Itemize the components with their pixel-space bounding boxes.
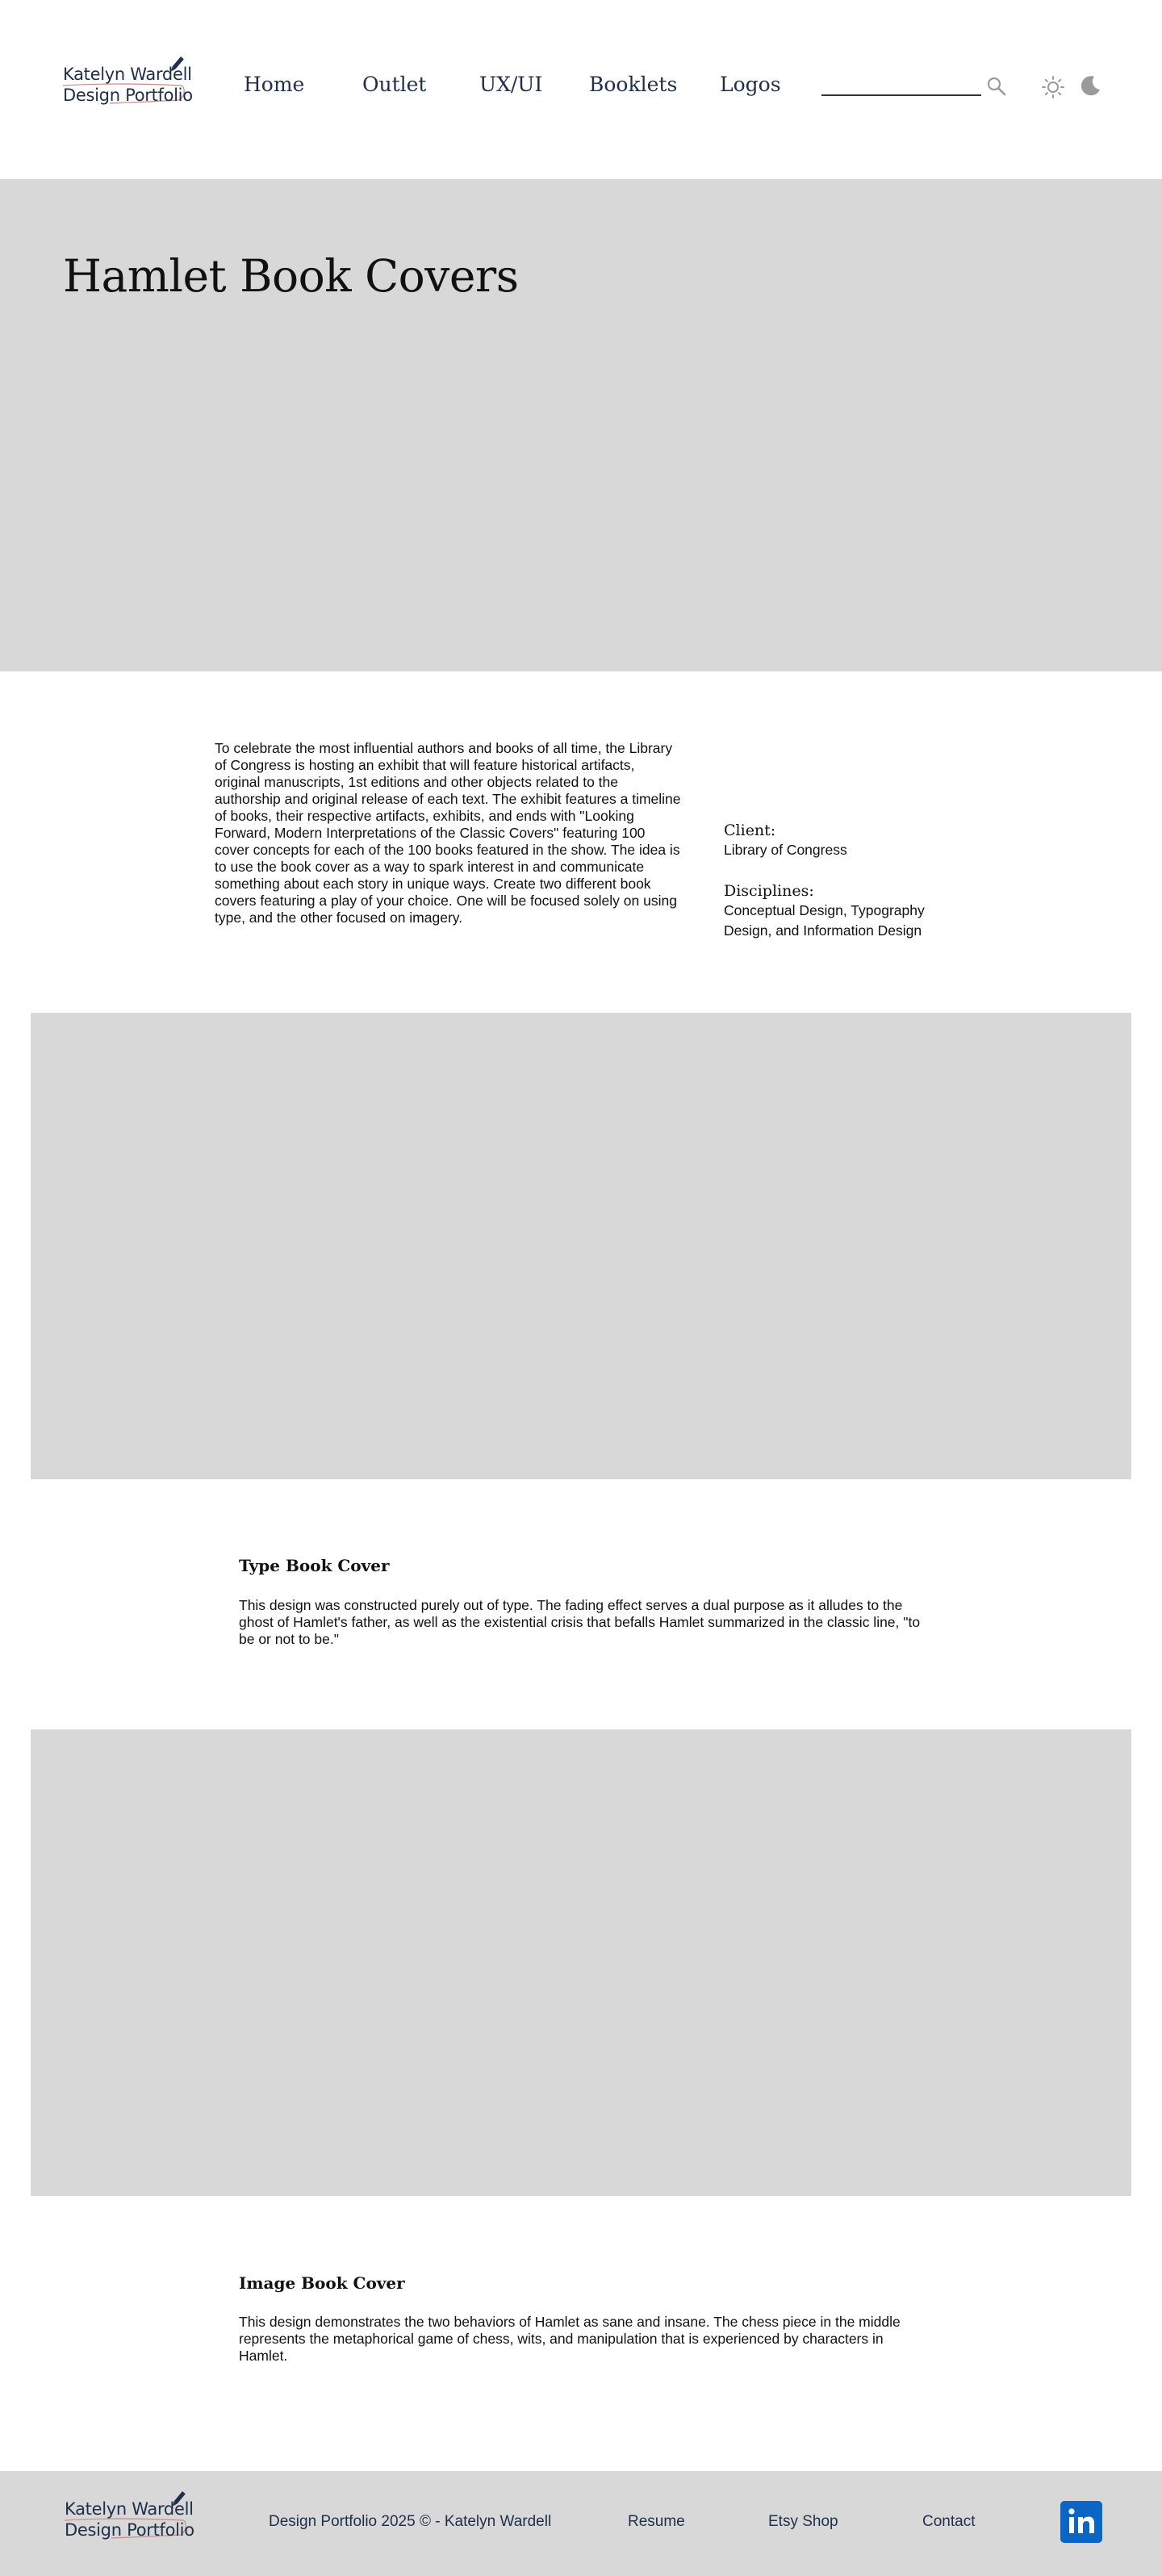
nav-booklets[interactable]: Booklets	[589, 73, 677, 96]
disciplines-label: Disciplines:	[724, 882, 814, 900]
nav-logos[interactable]: Logos	[720, 73, 781, 96]
image-book-cover-image	[31, 1729, 1131, 2196]
section-text-type-cover: This design was constructed purely out o…	[239, 1597, 921, 1647]
nav-ux-ui[interactable]: UX/UI	[479, 73, 542, 96]
hero-banner: Hamlet Book Covers	[0, 179, 1162, 671]
logo-line-2: Design Portfolio	[63, 86, 193, 105]
section-title-type-cover: Type Book Cover	[239, 1556, 390, 1575]
footer-link-etsy-shop[interactable]: Etsy Shop	[768, 2513, 838, 2531]
client-label: Client:	[724, 822, 776, 839]
site-footer: Katelyn Wardell Design Portfolio Design …	[0, 2471, 1162, 2576]
nav-home[interactable]: Home	[244, 73, 304, 96]
section-text-image-cover: This design demonstrates the two behavio…	[239, 2314, 901, 2364]
site-logo[interactable]: Katelyn Wardell Design Portfolio	[61, 53, 193, 111]
footer-logo-line-2: Design Portfolio	[65, 2520, 194, 2540]
type-book-cover-image	[31, 1013, 1131, 1479]
footer-link-contact[interactable]: Contact	[922, 2513, 975, 2531]
site-header: Katelyn Wardell Design Portfolio Home Ou…	[0, 0, 1162, 179]
search-input[interactable]	[821, 69, 981, 94]
project-description: To celebrate the most influential author…	[215, 740, 681, 926]
logo-line-1: Katelyn Wardell	[63, 65, 192, 84]
sun-icon[interactable]	[1041, 75, 1065, 99]
linkedin-glyph-icon	[1068, 2508, 1094, 2533]
client-value: Library of Congress	[724, 842, 847, 858]
nav-outlet[interactable]: Outlet	[362, 73, 426, 96]
disciplines-value: Conceptual Design, Typography Design, an…	[724, 902, 925, 939]
page-title: Hamlet Book Covers	[63, 250, 519, 302]
search-icon[interactable]	[986, 76, 1007, 97]
footer-copyright: Design Portfolio 2025 © - Katelyn Wardel…	[269, 2513, 552, 2530]
section-title-image-cover: Image Book Cover	[239, 2273, 405, 2293]
search-underline	[821, 94, 981, 96]
footer-logo[interactable]: Katelyn Wardell Design Portfolio	[63, 2488, 194, 2546]
project-meta: Client: Library of Congress Disciplines:…	[724, 821, 966, 941]
moon-icon[interactable]	[1078, 73, 1102, 98]
footer-logo-line-1: Katelyn Wardell	[65, 2499, 194, 2519]
linkedin-icon[interactable]	[1060, 2501, 1102, 2543]
footer-link-resume[interactable]: Resume	[628, 2513, 685, 2531]
